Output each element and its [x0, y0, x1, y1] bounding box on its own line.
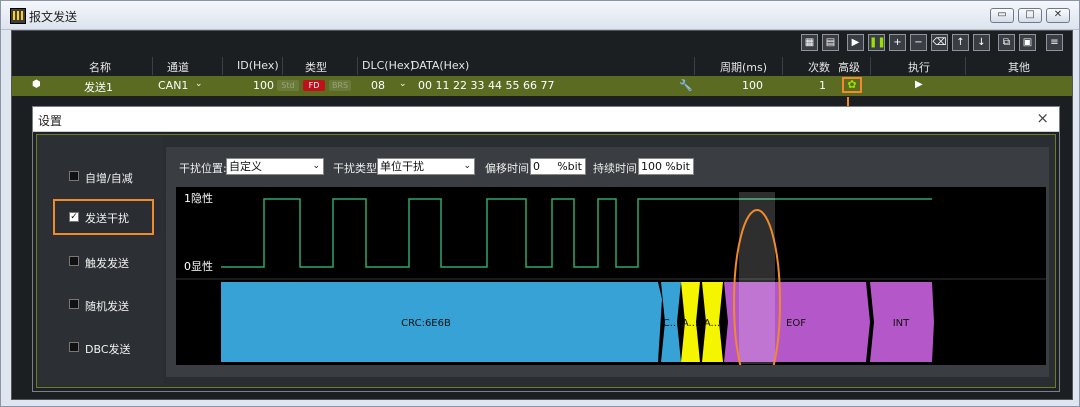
- row-channel[interactable]: CAN1: [158, 79, 188, 92]
- settings-body: 自增/自减 ✓ 发送干扰 触发发送 随机发送 DBC发送 干扰位置: 自定义 ⌄…: [36, 134, 1056, 388]
- segment-label-eof: EOF: [786, 318, 806, 329]
- type-select[interactable]: 单位干扰 ⌄: [377, 158, 475, 175]
- sidebar-item-random[interactable]: 随机发送: [51, 293, 161, 317]
- waveform-chart[interactable]: 1隐性 0显性 CRC:6E6B C... A... A... EOF INT: [176, 187, 1046, 365]
- copy-icon[interactable]: ⧉: [998, 34, 1015, 51]
- play-icon[interactable]: ▶: [915, 79, 923, 90]
- col-execute[interactable]: 执行: [908, 59, 930, 75]
- row-name[interactable]: 发送1: [84, 79, 113, 95]
- delete-icon[interactable]: −: [910, 34, 927, 51]
- segment-label-crc: CRC:6E6B: [401, 318, 451, 329]
- import-icon[interactable]: ▤: [822, 34, 839, 51]
- chevron-down-icon: ⌄: [312, 161, 320, 171]
- minimize-icon[interactable]: ▭: [990, 8, 1014, 23]
- maximize-icon[interactable]: □: [1018, 8, 1042, 23]
- brs-badge[interactable]: BRS: [329, 80, 351, 91]
- menu-icon[interactable]: ≡: [1046, 34, 1063, 51]
- chevron-down-icon: ⌄: [463, 161, 471, 171]
- duration-input[interactable]: 100 %bit: [638, 158, 694, 175]
- interference-window: [739, 192, 775, 364]
- gear-icon[interactable]: ✿: [842, 77, 862, 93]
- sidebar-item-interference[interactable]: ✓ 发送干扰: [51, 199, 161, 235]
- down-icon[interactable]: ↓: [973, 34, 990, 51]
- settings-title-bar: 设置 ×: [33, 107, 1059, 132]
- offset-input[interactable]: 0 %bit: [530, 158, 586, 175]
- close-icon[interactable]: ×: [1036, 109, 1049, 127]
- position-select[interactable]: 自定义 ⌄: [226, 158, 324, 175]
- segment-label-a1: A...: [682, 318, 698, 329]
- offset-value: 0: [533, 160, 540, 173]
- sidebar-item-trigger[interactable]: 触发发送: [51, 250, 161, 274]
- std-badge[interactable]: Std: [277, 80, 299, 91]
- message-send-window: 报文发送 ▭ □ ✕ ▦ ▤ ▶ ❚❚ + − ⌫ ↑ ↓ ⧉ ▣ ≡ 名称 通…: [0, 0, 1080, 407]
- col-period[interactable]: 周期(ms): [720, 59, 767, 75]
- duration-unit: %bit: [665, 160, 690, 173]
- col-name[interactable]: 名称: [89, 59, 111, 75]
- play-icon[interactable]: ▶: [847, 34, 864, 51]
- settings-sidebar: 自增/自减 ✓ 发送干扰 触发发送 随机发送 DBC发送: [37, 135, 163, 385]
- waveform-svg: CRC:6E6B C... A... A... EOF INT: [176, 192, 1046, 365]
- row-period[interactable]: 100: [742, 79, 763, 92]
- position-value: 自定义: [229, 160, 262, 173]
- chevron-down-icon[interactable]: ⌄: [195, 79, 203, 89]
- duration-value: 100: [641, 160, 662, 173]
- settings-title: 设置: [38, 114, 63, 128]
- add-icon[interactable]: +: [889, 34, 906, 51]
- checkbox-checked[interactable]: ✓: [69, 212, 79, 222]
- duration-label: 持续时间:: [593, 162, 641, 175]
- row-id[interactable]: 100: [253, 79, 274, 92]
- sidebar-item-label: 发送干扰: [85, 212, 129, 225]
- segment-label-a2: A...: [704, 318, 720, 329]
- col-type[interactable]: 类型: [305, 59, 327, 75]
- checkbox[interactable]: [69, 342, 79, 352]
- checkbox[interactable]: [69, 299, 79, 309]
- col-channel[interactable]: 通道: [167, 59, 189, 75]
- app-icon: [10, 8, 26, 24]
- type-value: 单位干扰: [380, 160, 424, 173]
- sidebar-item-label: DBC发送: [85, 343, 131, 356]
- window-title: 报文发送: [29, 10, 78, 24]
- col-data[interactable]: DATA(Hex): [411, 59, 469, 72]
- wrench-icon[interactable]: 🔧: [679, 79, 693, 92]
- offset-label: 偏移时间:: [485, 162, 533, 175]
- paste-icon[interactable]: ▣: [1019, 34, 1036, 51]
- sidebar-item-label: 自增/自减: [85, 172, 133, 185]
- close-icon[interactable]: ✕: [1046, 8, 1070, 23]
- row-count[interactable]: 1: [819, 79, 826, 92]
- row-icon: ⬢: [32, 79, 41, 90]
- settings-dialog: 设置 × 自增/自减 ✓ 发送干扰 触发发送 随机发送 DBC发送 干扰位置: …: [32, 106, 1060, 392]
- col-id[interactable]: ID(Hex): [237, 59, 279, 72]
- title-bar: 报文发送 ▭ □ ✕: [1, 1, 1079, 30]
- sidebar-item-label: 随机发送: [85, 300, 129, 313]
- position-label: 干扰位置:: [179, 162, 227, 175]
- table-header: 名称 通道 ID(Hex) 类型 DLC(Hex) DATA(Hex) 周期(m…: [12, 57, 1072, 75]
- sidebar-item-increment[interactable]: 自增/自减: [51, 165, 161, 189]
- segment-label-c: C...: [663, 318, 680, 329]
- col-dlc[interactable]: DLC(Hex): [362, 59, 414, 72]
- pause-icon[interactable]: ❚❚: [868, 34, 886, 51]
- col-other[interactable]: 其他: [1008, 59, 1030, 75]
- offset-unit: %bit: [557, 160, 582, 173]
- type-label: 干扰类型:: [333, 162, 381, 175]
- segment-label-int: INT: [893, 318, 910, 329]
- row-dlc[interactable]: 08: [371, 79, 385, 92]
- table-row[interactable]: ⬢ 发送1 CAN1 ⌄ 100 Std FD BRS 08 ⌄ 00 11 2…: [12, 76, 1072, 96]
- chevron-down-icon[interactable]: ⌄: [399, 79, 407, 89]
- clear-icon[interactable]: ⌫: [931, 34, 948, 51]
- sidebar-item-label: 触发发送: [85, 257, 129, 270]
- sidebar-item-dbc[interactable]: DBC发送: [51, 336, 161, 360]
- col-count[interactable]: 次数: [808, 59, 830, 75]
- up-icon[interactable]: ↑: [952, 34, 969, 51]
- row-data[interactable]: 00 11 22 33 44 55 66 77: [418, 79, 554, 92]
- export-icon[interactable]: ▦: [801, 34, 818, 51]
- col-advanced[interactable]: 高级: [838, 59, 860, 75]
- checkbox[interactable]: [69, 171, 79, 181]
- checkbox[interactable]: [69, 256, 79, 266]
- fd-badge[interactable]: FD: [303, 80, 325, 91]
- interference-panel: 干扰位置: 自定义 ⌄ 干扰类型: 单位干扰 ⌄ 偏移时间: 0 %bit 持续时间:…: [166, 147, 1049, 377]
